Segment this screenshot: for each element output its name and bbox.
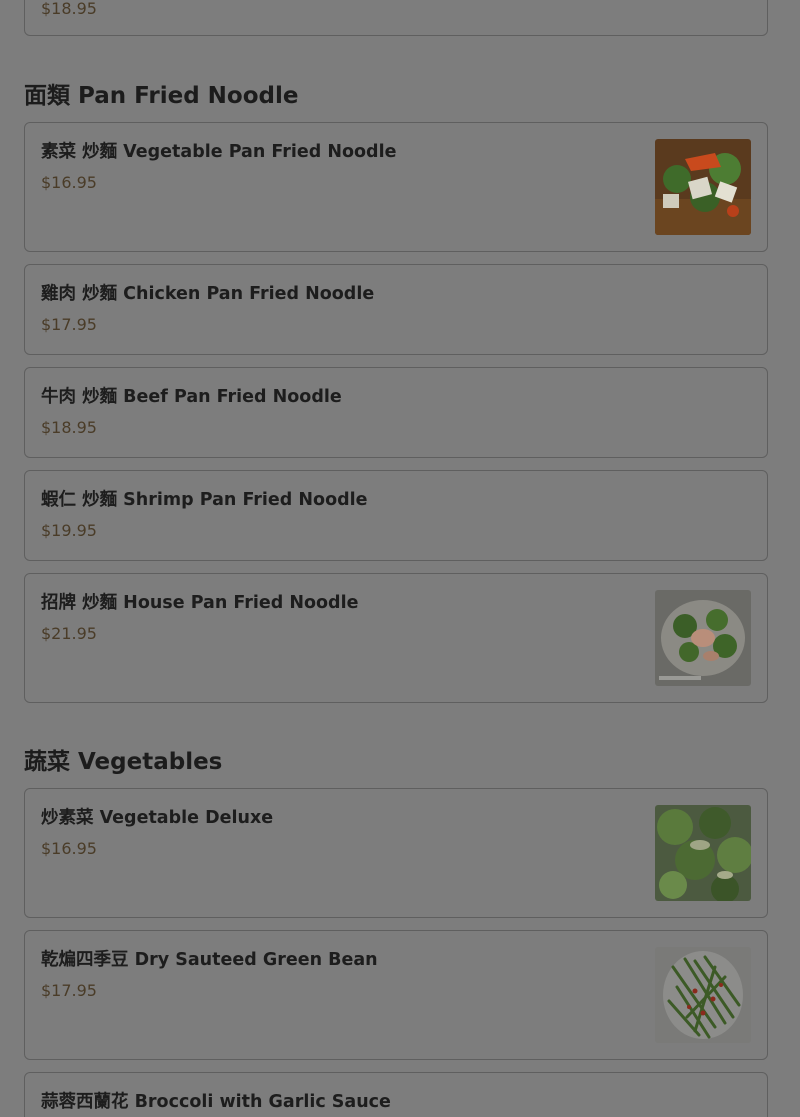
item-name: 牛肉 炒麵 Beef Pan Fried Noodle <box>41 387 342 407</box>
section-title-pan-fried-noodle: 面類 Pan Fried Noodle <box>24 83 299 109</box>
green-bean-photo[interactable] <box>655 947 751 1043</box>
item-name: 蝦仁 炒麵 Shrimp Pan Fried Noodle <box>41 490 368 510</box>
menu-item-card[interactable]: 雞肉 炒麵 Chicken Pan Fried Noodle $17.95 <box>24 264 768 355</box>
menu-item-card[interactable]: 牛肉 炒麵 Beef Pan Fried Noodle $18.95 <box>24 367 768 458</box>
item-price: $21.95 <box>41 624 97 643</box>
menu-item-card[interactable]: 蒜蓉西蘭花 Broccoli with Garlic Sauce <box>24 1072 768 1117</box>
menu-item-card[interactable]: 蝦仁 炒麵 Shrimp Pan Fried Noodle $19.95 <box>24 470 768 561</box>
item-name: 招牌 炒麵 House Pan Fried Noodle <box>41 593 359 613</box>
section-title-vegetables: 蔬菜 Vegetables <box>24 749 223 775</box>
item-price: $16.95 <box>41 839 97 858</box>
item-price: $17.95 <box>41 981 97 1000</box>
house-noodle-photo[interactable] <box>655 590 751 686</box>
vegetable-deluxe-photo[interactable] <box>655 805 751 901</box>
item-name: 蒜蓉西蘭花 Broccoli with Garlic Sauce <box>41 1092 391 1112</box>
item-name: 炒素菜 Vegetable Deluxe <box>41 808 274 828</box>
item-price: $18.95 <box>41 0 97 18</box>
item-price: $17.95 <box>41 315 97 334</box>
menu-item-card[interactable]: 乾煸四季豆 Dry Sauteed Green Bean $17.95 <box>24 930 768 1060</box>
menu-item-card[interactable]: $18.95 <box>24 0 768 36</box>
item-name: 乾煸四季豆 Dry Sauteed Green Bean <box>41 950 378 970</box>
item-name: 雞肉 炒麵 Chicken Pan Fried Noodle <box>41 284 375 304</box>
item-name: 素菜 炒麵 Vegetable Pan Fried Noodle <box>41 142 397 162</box>
item-price: $19.95 <box>41 521 97 540</box>
item-price: $16.95 <box>41 173 97 192</box>
vegetable-noodle-photo[interactable] <box>655 139 751 235</box>
menu-item-card[interactable]: 素菜 炒麵 Vegetable Pan Fried Noodle $16.95 <box>24 122 768 252</box>
menu-item-card[interactable]: 招牌 炒麵 House Pan Fried Noodle $21.95 <box>24 573 768 703</box>
item-price: $18.95 <box>41 418 97 437</box>
menu-item-card[interactable]: 炒素菜 Vegetable Deluxe $16.95 <box>24 788 768 918</box>
